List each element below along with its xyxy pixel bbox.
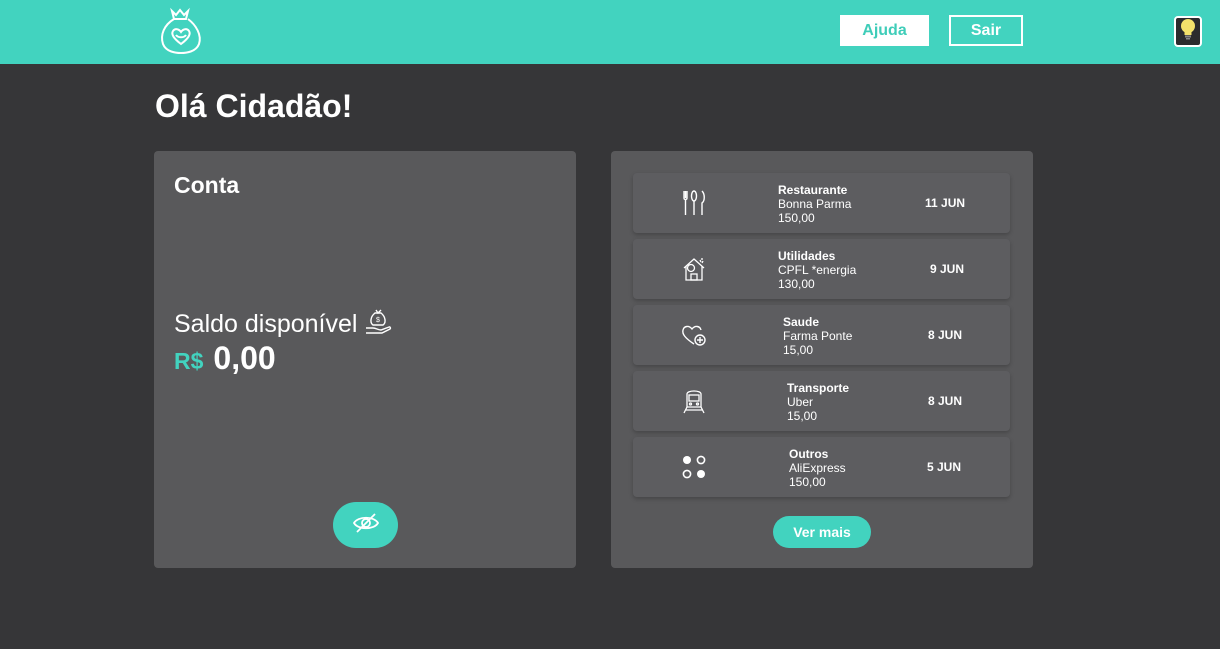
- transaction-category: Restaurante: [778, 183, 848, 197]
- dots-icon: [679, 452, 709, 482]
- transaction-category: Utilidades: [778, 249, 836, 263]
- transaction-merchant: Bonna Parma: [778, 197, 852, 211]
- transaction-item[interactable]: Restaurante Bonna Parma 150,00 11 JUN: [633, 173, 1010, 233]
- transaction-value: 15,00: [787, 409, 818, 423]
- transaction-value: 150,00: [789, 475, 826, 489]
- transaction-date: 9 JUN: [930, 262, 965, 276]
- transaction-value: 130,00: [778, 277, 815, 291]
- transaction-list: Restaurante Bonna Parma 150,00 11 JUN Ut…: [633, 173, 1010, 503]
- transaction-details: Outros AliExpress 150,00: [789, 447, 846, 489]
- see-more-button[interactable]: Ver mais: [773, 516, 871, 548]
- eye-slash-icon: [352, 512, 380, 539]
- transaction-item[interactable]: Outros AliExpress 150,00 5 JUN: [633, 437, 1010, 497]
- currency-label: R$: [174, 348, 204, 374]
- transactions-card: Restaurante Bonna Parma 150,00 11 JUN Ut…: [611, 151, 1033, 568]
- logout-button[interactable]: Sair: [949, 15, 1023, 46]
- balance-row: R$ 0,00: [174, 340, 276, 377]
- transaction-date: 8 JUN: [928, 328, 963, 342]
- account-title: Conta: [174, 172, 240, 198]
- account-card: Conta Saldo disponível $ R$ 0,00: [154, 151, 576, 568]
- transaction-date: 8 JUN: [928, 394, 963, 408]
- money-bag-hand-icon: $: [364, 308, 392, 341]
- train-icon: [679, 386, 709, 416]
- transaction-date: 11 JUN: [925, 196, 966, 210]
- transaction-value: 150,00: [778, 211, 815, 225]
- theme-toggle-button[interactable]: [1174, 16, 1202, 47]
- top-bar: Ajuda Sair: [0, 0, 1220, 64]
- transaction-date: 5 JUN: [927, 460, 962, 474]
- balance-label: Saldo disponível: [174, 310, 358, 338]
- cutlery-icon: [679, 188, 709, 218]
- transaction-category: Outros: [789, 447, 829, 461]
- transaction-category: Saude: [783, 315, 820, 329]
- transaction-merchant: AliExpress: [789, 461, 846, 475]
- transaction-merchant: Farma Ponte: [783, 329, 853, 343]
- transaction-value: 15,00: [783, 343, 814, 357]
- balance-label-row: Saldo disponível $: [174, 308, 392, 341]
- help-button[interactable]: Ajuda: [840, 15, 929, 46]
- transaction-merchant: CPFL *energia: [778, 263, 857, 277]
- heart-health-icon: [679, 320, 709, 350]
- svg-text:$: $: [376, 317, 380, 324]
- transaction-item[interactable]: Transporte Uber 15,00 8 JUN: [633, 371, 1010, 431]
- money-bag-heart-icon[interactable]: [158, 7, 204, 55]
- balance-amount: 0,00: [213, 340, 276, 376]
- transaction-merchant: Uber: [787, 395, 814, 409]
- transaction-details: Transporte Uber 15,00: [787, 381, 849, 423]
- transaction-details: Saude Farma Ponte 15,00: [783, 315, 852, 357]
- toggle-balance-button[interactable]: [333, 502, 398, 548]
- transaction-details: Restaurante Bonna Parma 150,00: [778, 183, 851, 225]
- house-utilities-icon: [679, 254, 709, 284]
- transaction-item[interactable]: Utilidades CPFL *energia 130,00 9 JUN: [633, 239, 1010, 299]
- page-title: Olá Cidadão!: [155, 88, 353, 124]
- transaction-item[interactable]: Saude Farma Ponte 15,00 8 JUN: [633, 305, 1010, 365]
- lightbulb-icon: [1180, 18, 1196, 45]
- transaction-category: Transporte: [787, 381, 850, 395]
- transaction-details: Utilidades CPFL *energia 130,00: [778, 249, 856, 291]
